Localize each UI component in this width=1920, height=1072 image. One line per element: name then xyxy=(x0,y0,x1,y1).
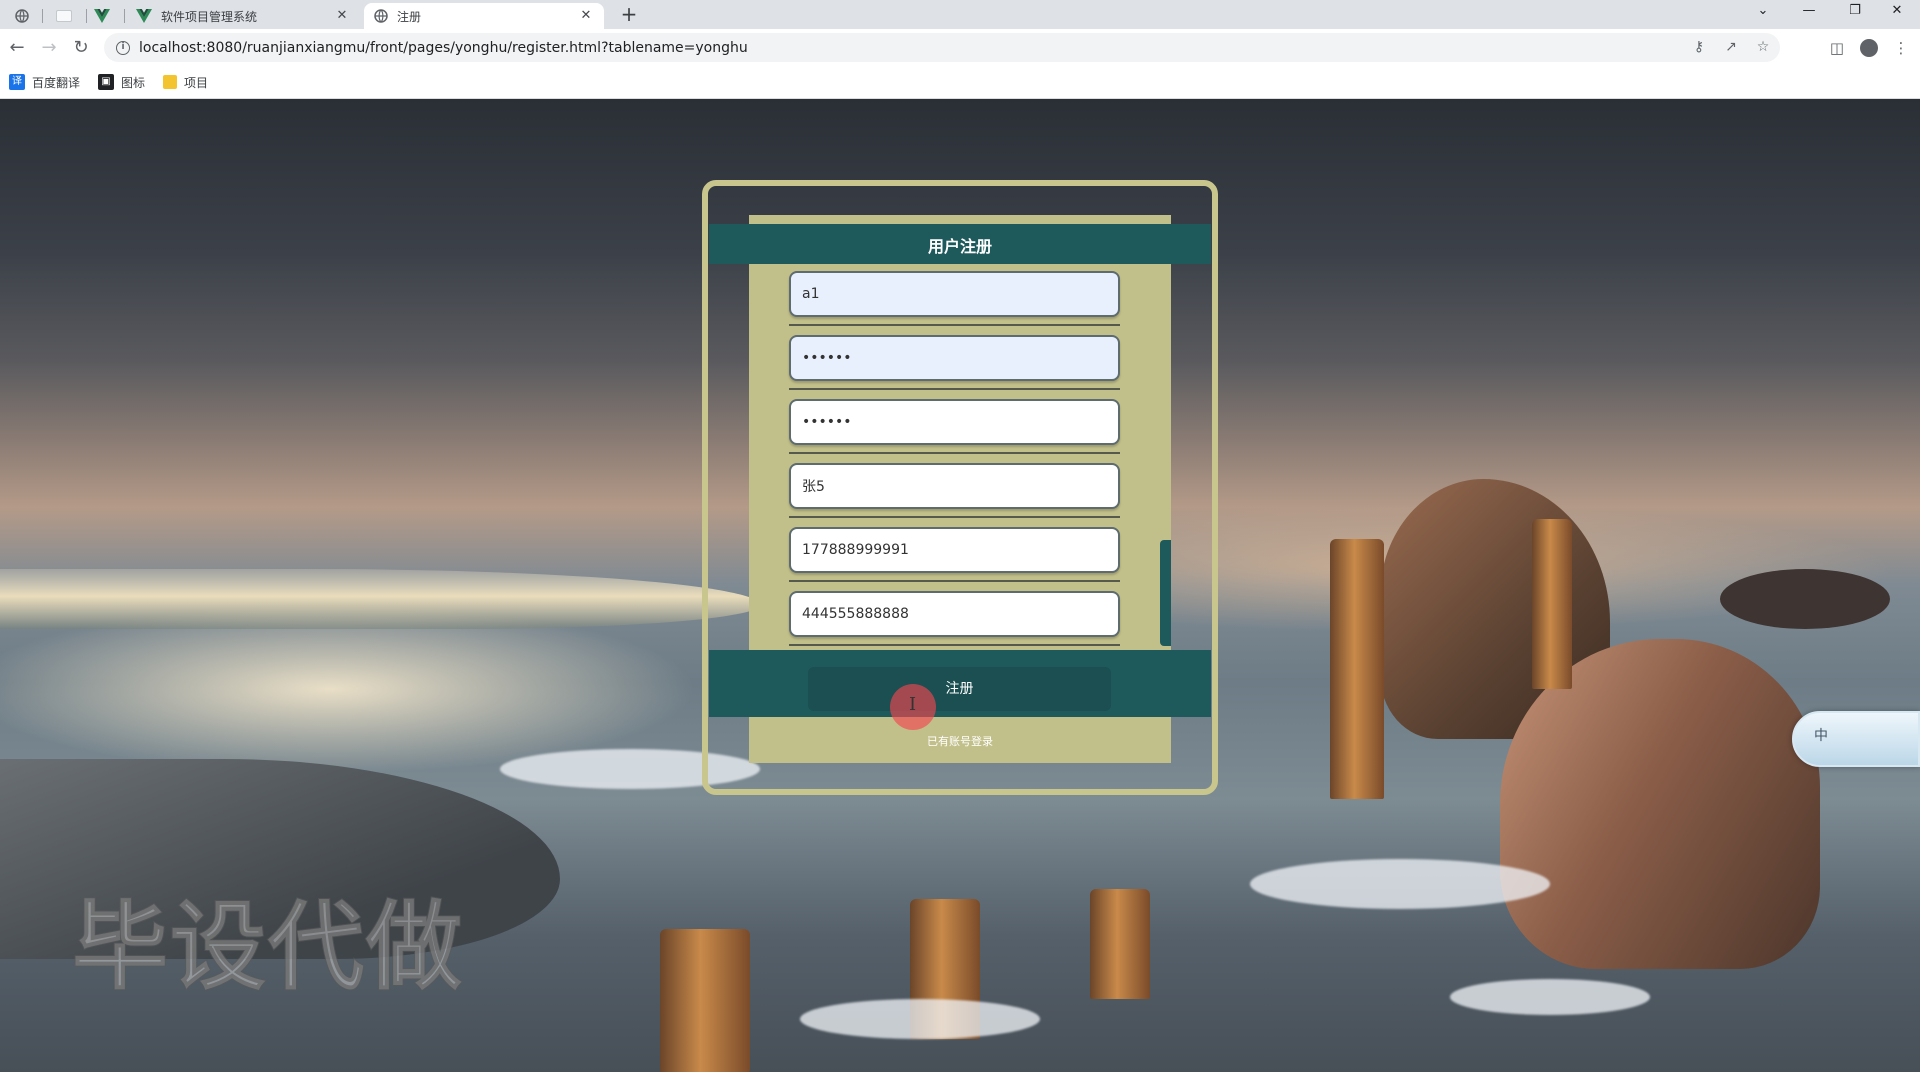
tab-register[interactable]: 注册 ✕ xyxy=(364,3,604,29)
real-name-input[interactable] xyxy=(789,463,1120,509)
background-rock xyxy=(1720,569,1890,629)
tab-globe[interactable] xyxy=(2,3,42,29)
profile-avatar-icon[interactable] xyxy=(1856,35,1882,61)
confirm-password-input[interactable] xyxy=(789,399,1120,445)
close-icon[interactable]: ✕ xyxy=(578,8,594,24)
bookmark-label: 图标 xyxy=(121,75,146,90)
bookmark-projects[interactable]: 项目 xyxy=(163,73,208,91)
field-divider xyxy=(789,644,1120,646)
globe-icon xyxy=(15,9,29,23)
form-scrollbar-thumb[interactable] xyxy=(1160,540,1171,646)
bookmark-icons[interactable]: ▣ 图标 xyxy=(98,73,145,91)
address-bar[interactable]: i localhost:8080/ruanjianxiangmu/front/p… xyxy=(104,33,1780,62)
info-icon[interactable]: i xyxy=(116,40,130,55)
background-driftwood xyxy=(660,929,750,1072)
close-icon[interactable]: ✕ xyxy=(334,8,350,24)
tab-title: 注册 xyxy=(397,9,422,24)
restore-button[interactable]: ❐ xyxy=(1832,0,1878,22)
folder-icon xyxy=(163,75,177,89)
field-divider xyxy=(789,516,1120,518)
bookmark-baidu-translate[interactable]: 译 百度翻译 xyxy=(9,73,80,91)
login-link[interactable]: 已有账号登录 xyxy=(749,733,1171,749)
window-close-button[interactable]: ✕ xyxy=(1874,0,1920,22)
vue-logo-icon xyxy=(136,9,152,23)
tab-blank[interactable] xyxy=(44,3,84,29)
translate-icon: 译 xyxy=(9,74,25,90)
bookmark-label: 项目 xyxy=(184,75,209,90)
background-foam xyxy=(1250,859,1550,909)
share-icon[interactable]: ↗ xyxy=(1718,33,1744,62)
text-cursor-icon: I xyxy=(909,694,917,715)
back-arrow-icon[interactable]: ← xyxy=(4,35,30,61)
id-number-input[interactable] xyxy=(789,591,1120,637)
background-wave xyxy=(0,569,760,629)
field-divider xyxy=(789,388,1120,390)
phone-input[interactable] xyxy=(789,527,1120,573)
browser-toolbar: ← → ↻ i localhost:8080/ruanjianxiangmu/f… xyxy=(0,29,1920,66)
tab-software-project[interactable]: 软件项目管理系统 ✕ xyxy=(126,3,360,29)
tab-vue[interactable] xyxy=(82,3,122,29)
bookmarks-bar: 译 百度翻译 ▣ 图标 项目 xyxy=(0,66,1920,99)
background-driftwood xyxy=(1330,539,1384,799)
menu-kebab-icon[interactable]: ⋮ xyxy=(1888,35,1914,61)
watermark-text: 毕设代做 xyxy=(71,890,464,1004)
background-driftwood xyxy=(1532,519,1572,689)
tab-separator xyxy=(124,9,125,23)
field-divider xyxy=(789,580,1120,582)
bookmark-label: 百度翻译 xyxy=(32,75,81,90)
background-foam xyxy=(1450,979,1650,1015)
forward-arrow-icon[interactable]: → xyxy=(36,35,62,61)
ime-toolbar[interactable]: 中 xyxy=(1792,711,1920,767)
globe-icon xyxy=(374,9,388,23)
url-text[interactable]: localhost:8080/ruanjianxiangmu/front/pag… xyxy=(139,40,748,56)
tab-search-chevron-icon[interactable]: ⌄ xyxy=(1740,0,1786,22)
account-input[interactable] xyxy=(789,271,1120,317)
minimize-button[interactable]: — xyxy=(1786,0,1832,22)
vue-logo-icon xyxy=(94,9,110,23)
reload-icon[interactable]: ↻ xyxy=(68,35,94,61)
register-form-title: 用户注册 xyxy=(927,237,992,256)
tab-separator xyxy=(42,9,43,23)
background-foam xyxy=(800,999,1040,1039)
background-driftwood xyxy=(1090,889,1150,999)
ime-mode-label[interactable]: 中 xyxy=(1814,725,1828,745)
blank-page-icon xyxy=(56,10,72,22)
new-tab-button[interactable]: + xyxy=(615,2,643,28)
field-divider xyxy=(789,324,1120,326)
key-icon[interactable]: ⚷ xyxy=(1686,33,1712,62)
field-divider xyxy=(789,452,1120,454)
bookmark-star-icon[interactable]: ☆ xyxy=(1750,33,1776,62)
password-input[interactable] xyxy=(789,335,1120,381)
image-icon: ▣ xyxy=(98,74,114,90)
register-submit-button[interactable]: 注册 xyxy=(808,667,1111,711)
tab-strip: 软件项目管理系统 ✕ 注册 ✕ + ⌄ — ❐ ✕ xyxy=(0,0,1920,29)
tab-title: 软件项目管理系统 xyxy=(161,9,258,24)
side-panel-icon[interactable]: ◫ xyxy=(1824,35,1850,61)
